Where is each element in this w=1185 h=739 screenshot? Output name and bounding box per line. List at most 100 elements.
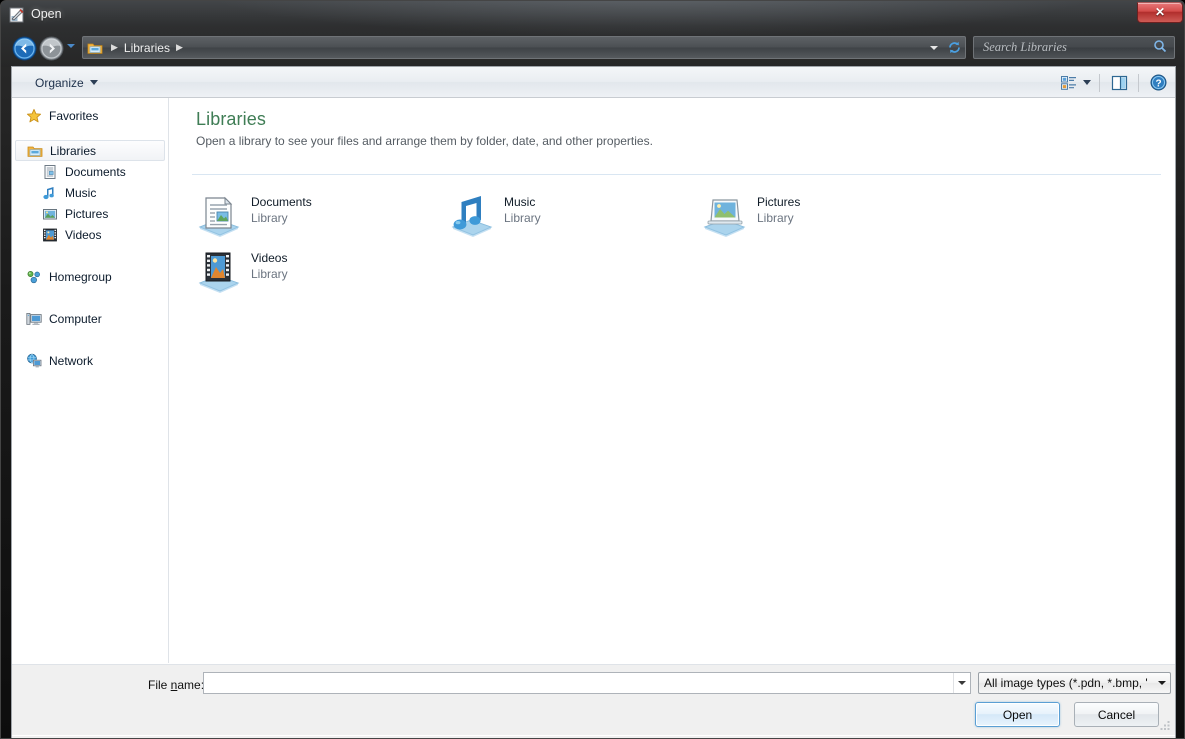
sidebar-item-pictures[interactable]: Pictures <box>12 203 168 224</box>
history-dropdown-button[interactable] <box>67 44 75 48</box>
dialog-client-area: Organize ? Favorites Libraries Documents… <box>11 66 1176 736</box>
homegroup-icon <box>26 269 42 285</box>
sidebar-item-network[interactable]: Network <box>12 350 168 371</box>
list-item-kind: Library <box>504 211 541 225</box>
cancel-button[interactable]: Cancel <box>1074 702 1159 727</box>
address-bar[interactable]: ▶ Libraries ▶ <box>82 36 966 59</box>
library-folder-icon <box>87 40 103 56</box>
list-item-documents[interactable]: Documents Library <box>188 185 441 241</box>
sidebar-item-computer[interactable]: Computer <box>12 308 168 329</box>
list-item-text: Pictures Library <box>757 191 800 226</box>
sidebar-item-label: Music <box>65 185 97 200</box>
file-name-label-after: ame: <box>177 678 205 692</box>
list-item-kind: Library <box>251 211 288 225</box>
sidebar-item-libraries[interactable]: Libraries <box>15 140 165 161</box>
sidebar-item-favorites[interactable]: Favorites <box>12 105 168 126</box>
pictures-library-icon <box>42 206 58 222</box>
list-item-videos[interactable]: Videos Library <box>188 241 441 297</box>
list-item-text: Videos Library <box>251 247 288 282</box>
pictures-library-icon <box>700 191 748 239</box>
list-item-text: Music Library <box>504 191 541 226</box>
help-button[interactable]: ? <box>1145 71 1171 94</box>
videos-library-icon <box>42 227 58 243</box>
file-name-dropdown-button[interactable] <box>953 673 970 693</box>
organize-label: Organize <box>35 75 84 90</box>
toolbar-divider <box>1099 73 1100 92</box>
sidebar-item-label: Videos <box>65 227 102 242</box>
sidebar-item-label: Libraries <box>50 143 97 158</box>
file-type-filter-combo[interactable]: All image types (*.pdn, *.bmp, ' <box>978 672 1171 694</box>
list-item-music[interactable]: Music Library <box>441 185 694 241</box>
search-box[interactable] <box>973 36 1175 59</box>
list-item-name: Documents <box>251 195 312 209</box>
sidebar-item-documents[interactable]: Documents <box>12 161 168 182</box>
help-icon: ? <box>1150 74 1166 91</box>
preview-pane-icon <box>1111 75 1127 90</box>
library-folder-icon <box>27 143 43 159</box>
open-button[interactable]: Open <box>975 702 1060 727</box>
list-item-kind: Library <box>251 267 288 281</box>
music-library-icon <box>447 191 495 239</box>
file-name-label: File name: <box>148 678 204 692</box>
command-bar-right-group: ? <box>1059 71 1171 94</box>
file-type-filter-value: All image types (*.pdn, *.bmp, ' <box>984 676 1148 690</box>
organize-button[interactable]: Organize <box>26 72 107 93</box>
breadcrumb-item-libraries[interactable]: Libraries <box>124 41 170 55</box>
back-button[interactable] <box>12 36 37 61</box>
forward-button[interactable] <box>39 36 64 61</box>
computer-icon <box>26 311 42 327</box>
chevron-down-icon <box>958 681 966 685</box>
videos-library-icon <box>194 247 242 295</box>
list-item-pictures[interactable]: Pictures Library <box>694 185 947 241</box>
sidebar-spacer-4b <box>12 343 168 350</box>
sidebar-item-label: Documents <box>65 164 126 179</box>
header-divider <box>192 174 1161 175</box>
refresh-icon <box>948 41 960 54</box>
breadcrumb-separator-trailing[interactable]: ▶ <box>170 42 189 53</box>
list-item-name: Pictures <box>757 195 801 209</box>
change-view-icon <box>1061 75 1076 90</box>
library-tile-grid: Documents Library Music Library Pictures… <box>188 185 1168 297</box>
window-title: Open <box>31 7 62 21</box>
page-subtitle: Open a library to see your files and arr… <box>196 134 653 148</box>
breadcrumb[interactable]: ▶ Libraries ▶ <box>83 37 925 58</box>
breadcrumb-separator[interactable]: ▶ <box>105 42 124 53</box>
library-header: Libraries Open a library to see your fil… <box>196 109 653 148</box>
network-icon <box>26 353 42 369</box>
chevron-down-icon <box>1158 681 1166 685</box>
page-title: Libraries <box>196 109 266 129</box>
list-item-name: Music <box>504 195 536 209</box>
search-icon <box>1153 39 1167 56</box>
search-input[interactable] <box>974 40 1153 55</box>
sidebar-item-homegroup[interactable]: Homegroup <box>12 266 168 287</box>
sidebar-spacer-3b <box>12 301 168 308</box>
preview-pane-button[interactable] <box>1106 71 1132 94</box>
documents-library-icon <box>42 164 58 180</box>
command-bar: Organize ? <box>12 67 1175 98</box>
list-item-kind: Library <box>757 211 794 225</box>
close-button[interactable]: ✕ <box>1137 2 1183 23</box>
sidebar-item-label: Pictures <box>65 206 109 221</box>
sidebar-item-videos[interactable]: Videos <box>12 224 168 245</box>
sidebar-item-label: Network <box>49 353 94 368</box>
file-name-input[interactable] <box>204 673 953 693</box>
address-dropdown-button[interactable] <box>925 37 943 58</box>
change-view-button[interactable] <box>1059 71 1093 94</box>
dialog-footer: File name: All image types (*.pdn, *.bmp… <box>12 664 1175 735</box>
documents-library-icon <box>194 191 242 239</box>
resize-grip-icon[interactable] <box>1158 719 1171 732</box>
sidebar-item-music[interactable]: Music <box>12 182 168 203</box>
list-item-name: Videos <box>251 251 288 265</box>
file-type-dropdown-button[interactable] <box>1154 673 1170 693</box>
file-name-label-before: File <box>148 678 171 692</box>
navigation-pane: Favorites Libraries Documents Music Pict… <box>12 98 169 663</box>
music-library-icon <box>42 185 58 201</box>
star-icon <box>26 108 42 124</box>
refresh-button[interactable] <box>943 37 965 58</box>
file-name-combo[interactable] <box>203 672 971 694</box>
svg-text:?: ? <box>1155 78 1161 89</box>
